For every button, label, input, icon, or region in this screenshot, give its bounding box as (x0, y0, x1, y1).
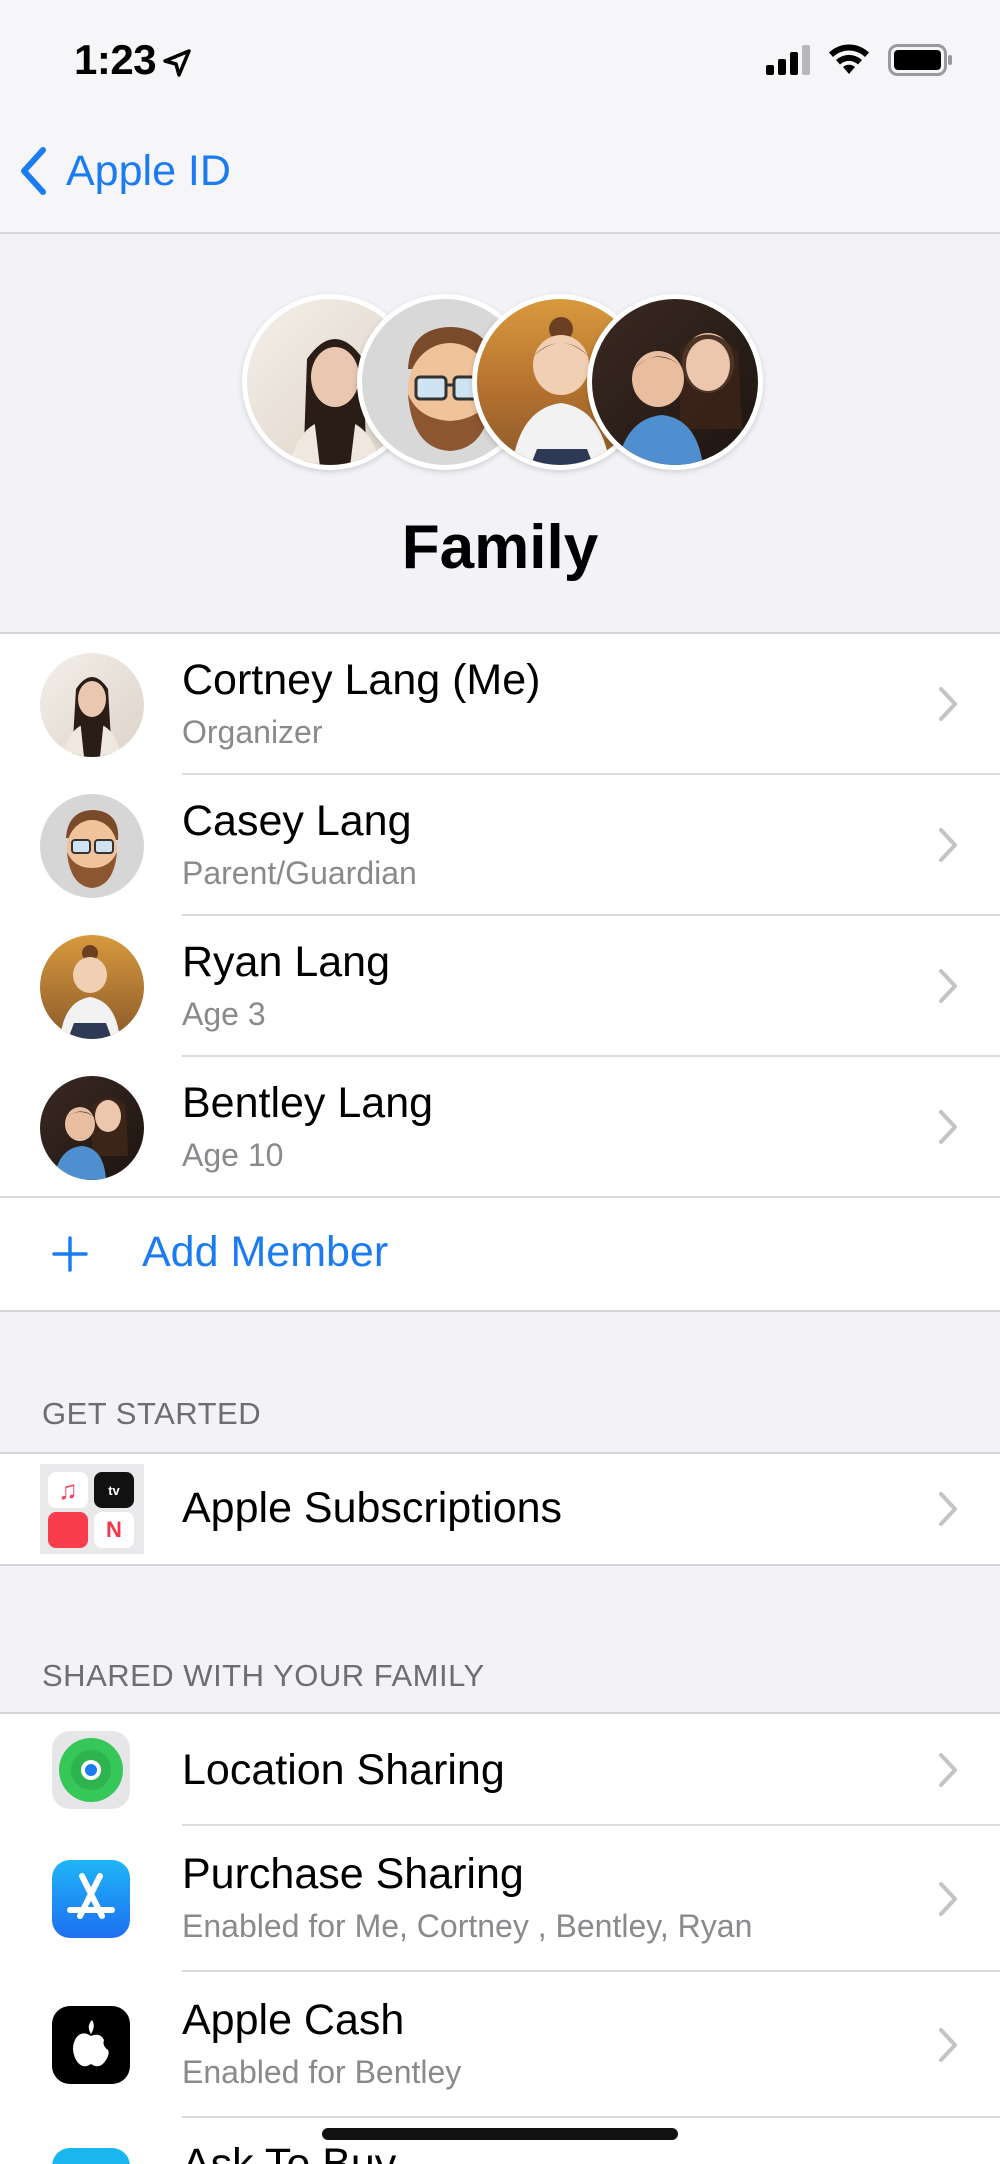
chevron-right-icon (939, 828, 957, 862)
member-name: Ryan Lang (182, 938, 390, 986)
list-item[interactable]: Casey Lang Parent/Guardian (0, 775, 1000, 916)
chevron-right-icon (939, 1882, 957, 1916)
list-item[interactable]: ♫ tv N Apple Subscriptions (0, 1454, 1000, 1564)
avatar (40, 794, 144, 898)
apple-cash-icon (52, 2006, 130, 2084)
member-name: Casey Lang (182, 797, 412, 845)
list-item[interactable]: Purchase Sharing Enabled for Me, Cortney… (0, 1826, 1000, 1972)
add-member-label: Add Member (142, 1228, 389, 1276)
item-subtitle: Enabled for Me, Cortney , Bentley, Ryan (182, 1908, 753, 1944)
section-header-shared: SHARED WITH YOUR FAMILY (42, 1658, 485, 1693)
avatar (587, 294, 763, 470)
cellular-signal-icon (766, 45, 810, 75)
item-title: Apple Cash (182, 1996, 405, 2044)
members-list: Cortney Lang (Me) Organizer Casey Lang P… (0, 632, 1000, 1312)
page-title: Family (401, 513, 599, 582)
location-arrow-icon (163, 49, 191, 77)
member-name: Bentley Lang (182, 1079, 434, 1127)
member-name: Cortney Lang (Me) (182, 656, 541, 704)
chevron-right-icon (939, 2028, 957, 2062)
item-title: Location Sharing (182, 1746, 505, 1794)
member-role: Age 3 (182, 996, 266, 1032)
list-item[interactable]: Cortney Lang (Me) Organizer (0, 634, 1000, 775)
back-button[interactable]: Apple ID (18, 146, 231, 196)
family-avatars (242, 294, 763, 470)
find-my-icon (52, 1731, 130, 1809)
chevron-right-icon (939, 1753, 957, 1787)
ask-to-buy-icon (52, 2148, 130, 2164)
chevron-right-icon (939, 687, 957, 721)
item-subtitle: Enabled for Bentley (182, 2054, 462, 2090)
apple-subscriptions-icon: ♫ tv N (40, 1464, 144, 1554)
list-item[interactable]: Bentley Lang Age 10 (0, 1057, 1000, 1198)
chevron-right-icon (939, 969, 957, 1003)
add-member-button[interactable]: Add Member (0, 1198, 1000, 1310)
list-item[interactable]: Ryan Lang Age 3 (0, 916, 1000, 1057)
status-time: 1:23 (74, 36, 157, 83)
item-title: Purchase Sharing (182, 1850, 524, 1898)
app-store-icon (52, 1860, 130, 1938)
home-indicator (322, 2128, 678, 2140)
battery-icon (888, 44, 952, 76)
member-role: Organizer (182, 714, 323, 750)
list-item[interactable]: Ask To Buy (0, 2118, 1000, 2164)
status-icons (766, 44, 954, 76)
get-started-list: ♫ tv N Apple Subscriptions (0, 1452, 1000, 1566)
shared-list: Location Sharing Purchase Sharing Enable… (0, 1712, 1000, 2164)
chevron-right-icon (939, 1492, 957, 1526)
wifi-icon (829, 44, 869, 74)
avatar (40, 653, 144, 757)
plus-icon (52, 1236, 88, 1272)
member-role: Parent/Guardian (182, 855, 417, 891)
chevron-left-icon (21, 147, 46, 195)
item-title: Apple Subscriptions (182, 1484, 563, 1532)
item-title: Ask To Buy (182, 2140, 397, 2164)
member-role: Age 10 (182, 1137, 284, 1173)
avatar (40, 1076, 144, 1180)
back-label: Apple ID (66, 146, 231, 195)
section-header-get-started: GET STARTED (42, 1396, 262, 1431)
list-item[interactable]: Apple Cash Enabled for Bentley (0, 1972, 1000, 2118)
list-item[interactable]: Location Sharing (0, 1714, 1000, 1826)
avatar (40, 935, 144, 1039)
chevron-right-icon (939, 1110, 957, 1144)
